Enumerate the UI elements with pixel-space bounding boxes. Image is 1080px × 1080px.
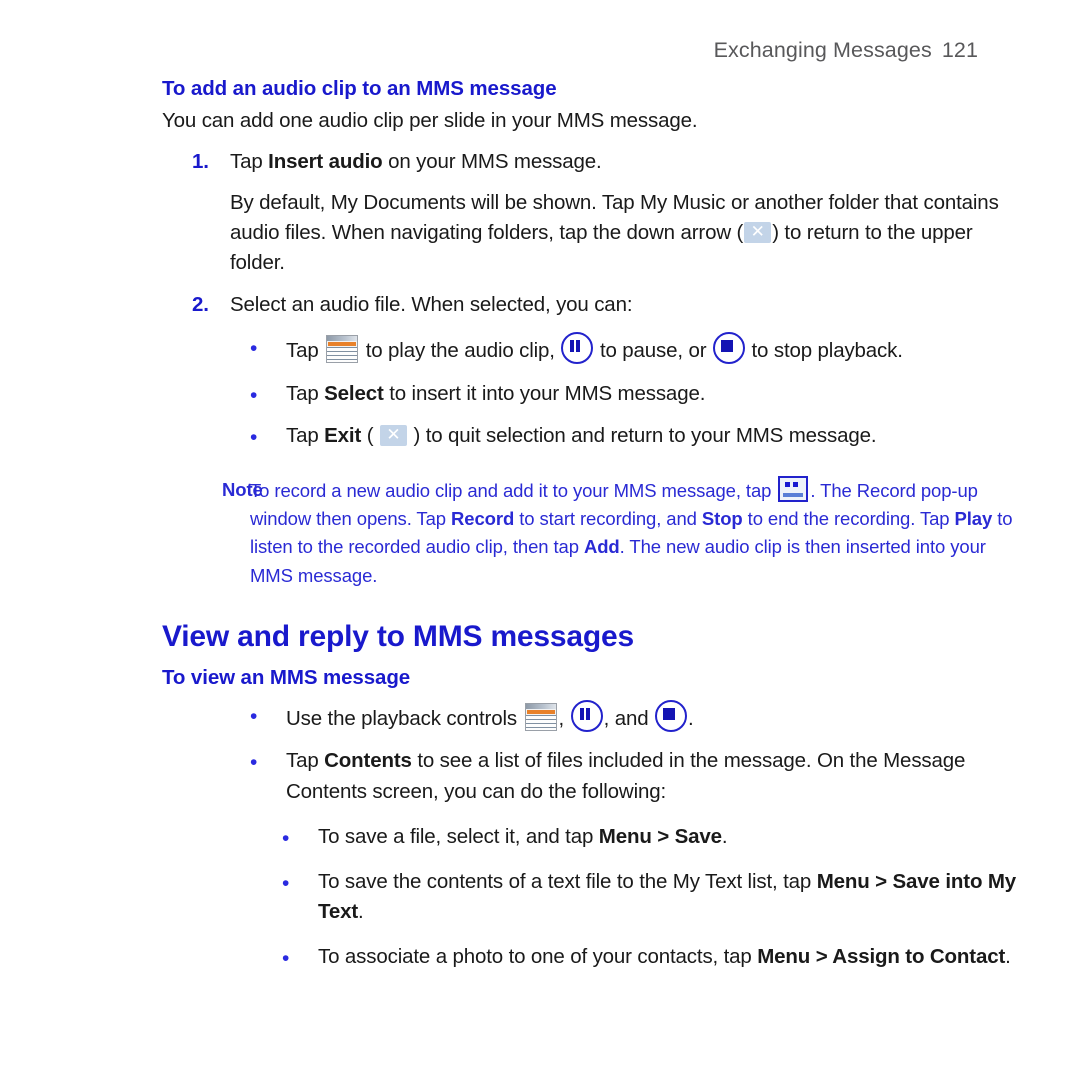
header-page-number: 121 (941, 38, 978, 62)
step-1-text-after: on your MMS message. (382, 150, 602, 174)
record-icon-dot-left (785, 482, 791, 488)
play-thumbnail-titlebar (327, 335, 358, 341)
bullet-select: • Tap Select to insert it into your MMS … (248, 379, 1018, 410)
document-page: Exchanging Messages 121 To add an audio c… (0, 0, 1080, 1080)
exit-icon-glyph: ✕ (386, 425, 401, 446)
sub-bullet-3-bold-menu-path: Menu > Assign to Contact (757, 945, 1006, 969)
bullet-dot-icon: • (250, 751, 258, 775)
bullet-dot-icon: • (282, 947, 290, 971)
view-bullet-text-d: . (688, 706, 694, 730)
bullet-2-text-a: Tap (286, 381, 325, 405)
bullet-1-text-b: to play the audio clip, (360, 338, 561, 362)
bullet-1-text-a: Tap (286, 338, 325, 362)
sub-bullet-3-text-b: . (1005, 945, 1011, 969)
sub-bullet-save-into-my-text: • To save the contents of a text file to… (280, 867, 1018, 929)
record-icon-baseline (783, 493, 804, 498)
play-thumbnail-accentbar (526, 709, 555, 714)
view-bullet-text-a: Use the playback controls (286, 706, 523, 730)
bullet-playback-controls: • Tap to play the audio clip, to pause, … (248, 331, 1018, 367)
bullet-2-text-b: to insert it into your MMS message. (383, 381, 706, 405)
play-thumbnail-titlebar (525, 703, 556, 709)
bullet-1-text-c: to pause, or (594, 338, 712, 362)
heading-add-audio-clip: To add an audio clip to an MMS message (162, 77, 557, 100)
pause-icon-bar-left (579, 707, 584, 720)
play-thumbnail-body (525, 714, 556, 730)
bullet-dot-icon: • (282, 826, 290, 850)
bullet-contents: • Tap Contents to see a list of files in… (248, 746, 1018, 808)
sub-bullet-1-text-a: To save a file, select it, and tap (318, 824, 599, 848)
note-bold-stop: Stop (701, 508, 743, 530)
record-icon (778, 476, 809, 503)
bullet-dot-icon: • (250, 336, 258, 360)
step-1-text-before: Tap (230, 150, 269, 174)
sub-bullet-1-text-b: . (721, 824, 728, 848)
bullet-2-bold-select: Select (324, 381, 384, 405)
bullet-3-text-b: ( (361, 424, 379, 448)
header-chapter-title: Exchanging Messages (713, 38, 932, 62)
play-thumbnail-icon (524, 702, 557, 731)
heading-to-view-mms: To view an MMS message (162, 665, 411, 689)
step-2-text: Select an audio file. When selected, you… (230, 292, 633, 316)
note-text-part1: To record a new audio clip and add it to… (250, 480, 777, 502)
pause-icon (570, 699, 603, 732)
running-header: Exchanging Messages 121 (62, 38, 1018, 63)
sub-bullet-2-text-b: . (358, 900, 364, 924)
bullet-dot-icon: • (250, 704, 258, 728)
note-label: Note (222, 479, 263, 501)
record-icon-dot-right (793, 482, 799, 488)
bullet-3-text-a: Tap (286, 424, 325, 448)
bullet-1-text-d: to stop playback. (745, 338, 903, 362)
play-thumbnail-body (327, 346, 358, 362)
exit-icon: ✕ (379, 425, 407, 447)
sub-bullet-2-text-a: To save the contents of a text file to t… (318, 869, 817, 893)
note-text-part3: to start recording, and (514, 508, 702, 530)
sub-bullet-save-file: • To save a file, select it, and tap Men… (280, 822, 1018, 853)
bullet-dot-icon: • (282, 871, 290, 895)
numbered-step-1: 1. Tap Insert audio on your MMS message. (192, 147, 1005, 177)
contents-bullet-bold: Contents (324, 749, 412, 773)
step-number-2: 2. (192, 292, 209, 316)
sub-bullet-3-text-a: To associate a photo to one of your cont… (318, 945, 758, 969)
play-thumbnail-icon (326, 334, 359, 363)
note-block: Note To record a new audio clip and add … (162, 476, 1018, 589)
bullet-dot-icon: • (250, 426, 258, 450)
bullet-3-bold-exit: Exit (324, 424, 362, 448)
bullet-view-playback-controls: • Use the playback controls , , and . (248, 699, 1018, 735)
down-arrow-icon: ✕ (744, 221, 772, 243)
step-1-detail-paragraph: By default, My Documents will be shown. … (230, 188, 1005, 279)
step-number-1: 1. (192, 150, 209, 174)
pause-icon-bar-left (570, 339, 575, 352)
note-text-part4: to end the recording. Tap (742, 508, 955, 530)
view-bullet-text-b: , (558, 706, 570, 730)
stop-icon (712, 331, 745, 364)
stop-icon-square (720, 339, 733, 352)
stop-icon-square (663, 707, 676, 720)
bullet-dot-icon: • (250, 383, 258, 407)
note-bold-record: Record (451, 508, 515, 530)
play-thumbnail-accentbar (328, 341, 357, 346)
contents-bullet-text-a: Tap (286, 749, 325, 773)
down-arrow-icon-glyph: ✕ (750, 221, 765, 242)
sub-bullet-1-bold-menu-path: Menu > Save (598, 824, 722, 848)
bullet-exit: • Tap Exit ( ✕ ) to quit selection and r… (248, 421, 1018, 452)
bullet-3-text-c: ) to quit selection and return to your M… (407, 424, 877, 448)
stop-icon (655, 699, 688, 732)
view-bullet-text-c: , and (603, 706, 655, 730)
note-bold-add: Add (583, 536, 620, 558)
pause-icon (561, 331, 594, 364)
note-bold-play: Play (954, 508, 993, 530)
sub-bullet-assign-to-contact: • To associate a photo to one of your co… (280, 942, 1018, 973)
pause-icon-bar-right (585, 707, 590, 720)
paragraph-add-audio-intro: You can add one audio clip per slide in … (162, 109, 698, 132)
step-1-bold-insert-audio: Insert audio (268, 150, 383, 174)
heading-view-and-reply: View and reply to MMS messages (162, 619, 634, 653)
numbered-step-2: 2. Select an audio file. When selected, … (192, 290, 1005, 320)
pause-icon-bar-right (576, 339, 581, 352)
